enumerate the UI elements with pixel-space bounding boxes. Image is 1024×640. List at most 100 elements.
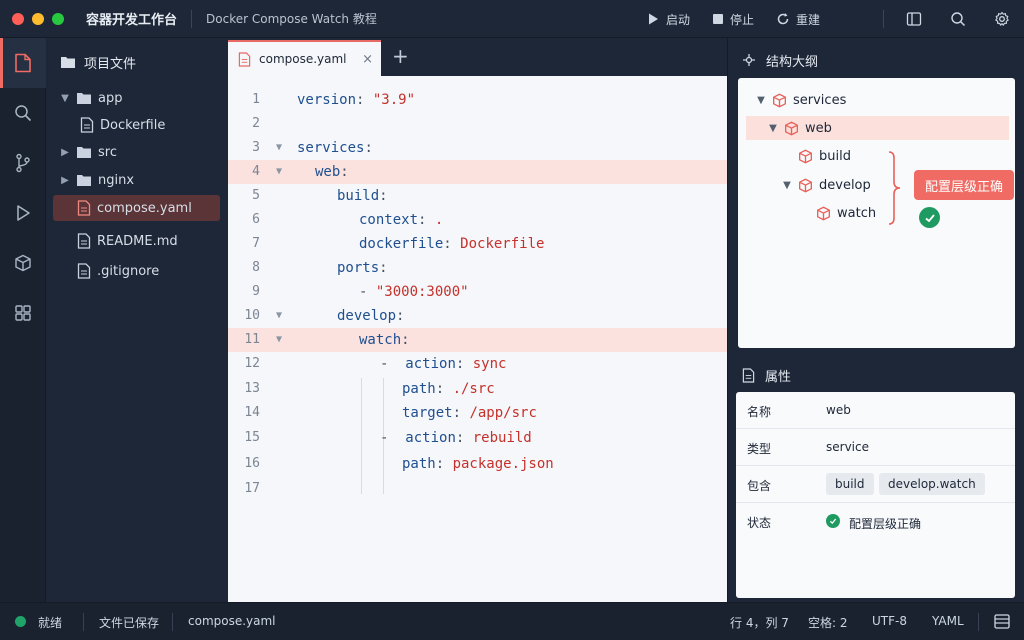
stop-icon [713, 14, 724, 24]
code-line: 14 target: /app/src [228, 401, 727, 425]
app-title: 容器开发工作台 [86, 13, 178, 28]
activity-containers[interactable] [0, 238, 46, 288]
line-number: 12 [244, 356, 260, 371]
activity-explorer[interactable] [0, 38, 46, 88]
outline-node-develop[interactable]: ▼ develop [782, 173, 892, 197]
code-text: develop: [337, 308, 405, 324]
close-window-button[interactable] [12, 12, 24, 25]
line-number: 1 [252, 92, 260, 107]
file-icon [77, 200, 91, 216]
status-saved: 文件已保存 [99, 616, 160, 630]
status-divider [83, 613, 84, 631]
rebuild-button[interactable]: 重建 [776, 11, 820, 28]
status-divider [978, 613, 979, 631]
activity-source-control[interactable] [0, 138, 46, 188]
code-text: - "3000:3000" [359, 284, 469, 300]
document-title: Docker Compose Watch 教程 [206, 12, 377, 26]
check-circle-icon [826, 514, 840, 528]
cube-icon [773, 93, 786, 107]
property-value: web [826, 403, 851, 417]
status-encoding[interactable]: UTF-8 [872, 614, 907, 628]
code-line: 5 build: [228, 184, 727, 208]
activity-run[interactable] [0, 188, 46, 238]
line-number: 11 [244, 332, 260, 347]
status-cursor-position[interactable]: 行 4，列 7 [730, 614, 789, 631]
tree-item-compose-yaml[interactable]: compose.yaml [53, 195, 220, 221]
cube-icon [799, 149, 812, 163]
run-actions: 启动 停止 重建 [646, 0, 842, 38]
settings-button[interactable] [980, 0, 1024, 38]
code-text: target: /app/src [402, 405, 537, 421]
status-bar: 就绪 文件已保存 compose.yaml 行 4，列 7 空格: 2 UTF-… [0, 602, 1024, 640]
outline-node-label: develop [819, 177, 871, 193]
code-line: 1 version: "3.9" [228, 88, 727, 112]
outline-node-services[interactable]: ▼ services [756, 88, 976, 112]
toggle-panel-button[interactable] [994, 614, 1010, 632]
code-text: web: [315, 164, 349, 180]
outline-node-web[interactable]: ▼ web [746, 116, 1009, 140]
title-bar: 容器开发工作台 Docker Compose Watch 教程 启动 停止 重建 [0, 0, 1024, 38]
line-number: 16 [244, 456, 260, 471]
tree-item-label: Dockerfile [100, 117, 166, 133]
tree-item-app[interactable]: ▼ app [60, 85, 220, 111]
file-icon [77, 263, 91, 279]
chevron-down-icon[interactable]: ▼ [276, 136, 282, 160]
window-controls [12, 12, 64, 25]
cube-icon [799, 178, 812, 192]
code-line: 3 ▼ services: [228, 136, 727, 160]
chevron-down-icon[interactable]: ▼ [276, 160, 282, 184]
explorer-title: 项目文件 [84, 56, 137, 72]
status-language[interactable]: YAML [932, 614, 964, 628]
activity-search[interactable] [0, 88, 46, 138]
refresh-icon [777, 13, 789, 25]
code-line-highlighted: 11 ▼ watch: [228, 328, 727, 352]
chevron-down-icon[interactable]: ▼ [276, 304, 282, 328]
panel-bottom-icon [994, 614, 1010, 629]
minimize-window-button[interactable] [32, 12, 44, 25]
start-button[interactable]: 启动 [646, 11, 690, 28]
stop-button[interactable]: 停止 [712, 11, 754, 28]
line-number: 7 [252, 236, 260, 251]
global-search-button[interactable] [936, 0, 980, 38]
line-number: 13 [244, 381, 260, 396]
status-indentation[interactable]: 空格: 2 [808, 614, 848, 631]
chevron-down-icon[interactable]: ▼ [276, 328, 282, 352]
property-value: service [826, 440, 869, 454]
tree-item-gitignore[interactable]: .gitignore [77, 258, 217, 284]
line-number: 5 [252, 188, 260, 203]
outline-node-label: web [805, 120, 832, 136]
property-value: 配置层级正确 [849, 517, 922, 531]
search-icon [951, 12, 966, 27]
property-key: 类型 [747, 442, 772, 456]
activity-extensions[interactable] [0, 288, 46, 338]
folder-icon [77, 147, 91, 158]
property-row-type: 类型 service [736, 429, 1015, 466]
search-icon [15, 105, 32, 122]
code-text: path: ./src [402, 381, 495, 397]
outline-title: 结构大纲 [766, 54, 819, 70]
tree-item-nginx[interactable]: ▶ nginx [60, 167, 220, 193]
code-line: 9 - "3000:3000" [228, 280, 727, 304]
tree-item-readme[interactable]: README.md [77, 228, 217, 254]
folder-icon [77, 175, 91, 186]
tree-item-src[interactable]: ▶ src [60, 139, 220, 165]
chevron-right-icon: ▶ [61, 174, 69, 186]
chip-develop-watch[interactable]: develop.watch [879, 473, 985, 495]
outline-panel: 结构大纲 ▼ services ▼ web build ▼ develop wa… [727, 38, 1024, 356]
toggle-layout-button[interactable] [892, 0, 936, 38]
code-line: 6 context: . [228, 208, 727, 232]
tree-item-label: nginx [98, 172, 135, 188]
code-line: 15 - action: rebuild [228, 426, 727, 450]
new-tab-button[interactable]: + [392, 44, 409, 68]
chip-build[interactable]: build [826, 473, 874, 495]
maximize-window-button[interactable] [52, 12, 64, 25]
tab-compose-yaml[interactable]: compose.yaml × [228, 40, 381, 76]
outline-node-build[interactable]: build [798, 144, 888, 168]
close-tab-button[interactable]: × [362, 52, 373, 67]
stop-label: 停止 [730, 12, 755, 27]
title-divider [191, 9, 193, 28]
chevron-down-icon: ▼ [769, 122, 777, 134]
tree-item-dockerfile[interactable]: Dockerfile [80, 112, 220, 138]
folder-icon [77, 93, 91, 104]
code-area[interactable]: 1 version: "3.9" 2 3 ▼ services: 4 ▼ web… [228, 76, 727, 602]
